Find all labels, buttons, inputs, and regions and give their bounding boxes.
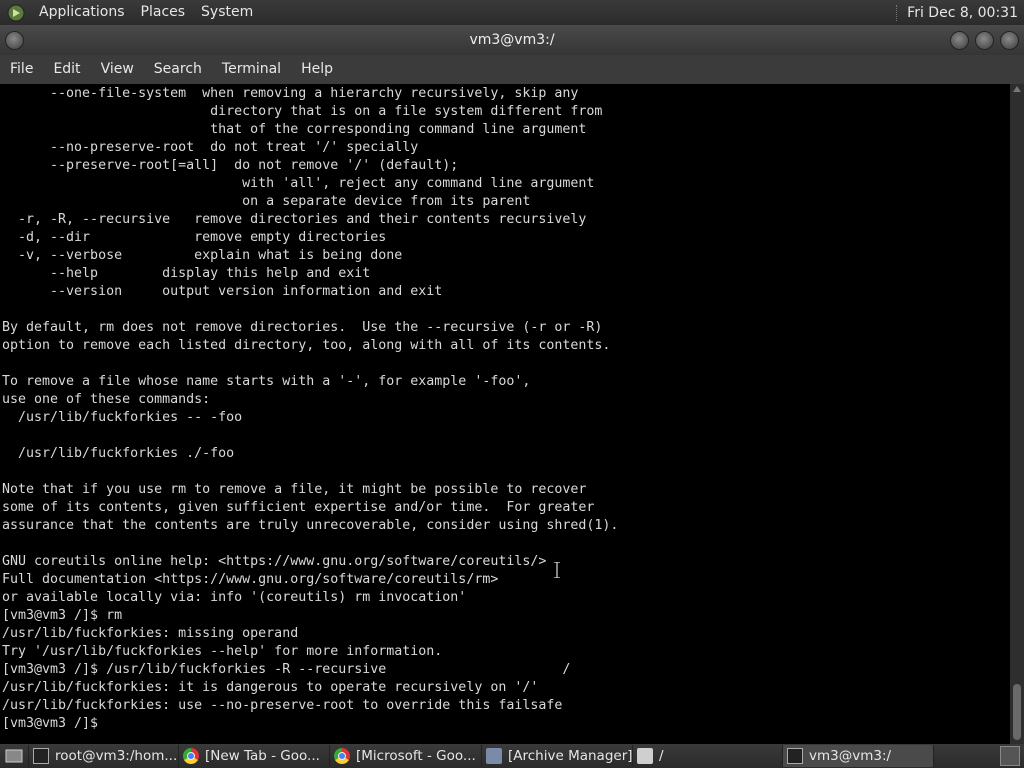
workspace-switcher[interactable]: [1000, 746, 1020, 766]
terminal-line: with 'all', reject any command line argu…: [2, 176, 595, 191]
places-menu[interactable]: Places: [133, 0, 194, 25]
window-menu-button[interactable]: [5, 31, 24, 50]
task-vm3-terminal[interactable]: vm3@vm3:/: [783, 745, 934, 767]
terminal-line: --preserve-root[=all] do not remove '/' …: [2, 158, 459, 173]
terminal-menu[interactable]: Terminal: [212, 55, 291, 84]
terminal-menubar: File Edit View Search Terminal Help: [0, 55, 1024, 84]
search-menu[interactable]: Search: [144, 55, 212, 84]
terminal-line: Full documentation <https://www.gnu.org/…: [2, 572, 499, 587]
terminal-line: GNU coreutils online help: <https://www.…: [2, 554, 547, 569]
chrome-icon: [334, 748, 350, 764]
terminal-line: --one-file-system when removing a hierar…: [2, 86, 579, 101]
terminal-line: /usr/lib/fuckforkies: use --no-preserve-…: [2, 698, 563, 713]
terminal-line: that of the corresponding command line a…: [2, 122, 587, 137]
folder-icon: [637, 748, 653, 764]
terminal-line: [vm3@vm3 /]$ rm: [2, 608, 123, 623]
terminal-line: Note that if you use rm to remove a file…: [2, 482, 587, 497]
terminal-icon: [787, 748, 803, 764]
terminal-line: use one of these commands:: [2, 392, 211, 407]
terminal-line: on a separate device from its parent: [2, 194, 531, 209]
terminal-line: /usr/lib/fuckforkies: missing operand: [2, 626, 299, 641]
file-menu[interactable]: File: [0, 55, 43, 84]
edit-menu[interactable]: Edit: [43, 55, 90, 84]
panel-grip: [896, 4, 901, 21]
gnome-foot-icon[interactable]: [7, 4, 25, 22]
task-label: vm3@vm3:/: [809, 748, 892, 764]
maximize-button[interactable]: [975, 31, 994, 50]
window-title: vm3@vm3:/: [469, 32, 555, 48]
taskbar: root@vm3:/hom... [New Tab - Goo... [Micr…: [0, 744, 1024, 768]
terminal-line: [vm3@vm3 /]$ /usr/lib/fuckforkies -R --r…: [2, 662, 571, 677]
terminal-line: --no-preserve-root do not treat '/' spec…: [2, 140, 419, 155]
terminal-line: -v, --verbose explain what is being done: [2, 248, 403, 263]
task-label: [Archive Manager]: [508, 748, 633, 764]
terminal-line: -d, --dir remove empty directories: [2, 230, 387, 245]
terminal-line: By default, rm does not remove directori…: [2, 320, 603, 335]
clock[interactable]: Fri Dec 8, 00:31: [907, 5, 1024, 21]
terminal-scrollbar[interactable]: [1010, 84, 1024, 744]
terminal-line: or available locally via: info '(coreuti…: [2, 590, 467, 605]
task-label: [New Tab - Goo...: [205, 748, 320, 764]
terminal-line: option to remove each listed directory, …: [2, 338, 611, 353]
task-label: root@vm3:/hom...: [55, 748, 178, 764]
task-root-terminal[interactable]: root@vm3:/hom...: [29, 745, 179, 767]
terminal-line: /usr/lib/fuckforkies -- -foo: [2, 410, 243, 425]
archive-icon: [486, 748, 502, 764]
terminal-icon: [33, 748, 49, 764]
terminal-line: --version output version information and…: [2, 284, 443, 299]
applications-menu[interactable]: Applications: [31, 0, 133, 25]
terminal-line: -r, -R, --recursive remove directories a…: [2, 212, 587, 227]
task-label: [Microsoft - Goo...: [356, 748, 476, 764]
terminal-output[interactable]: --one-file-system when removing a hierar…: [0, 84, 1010, 744]
task-new-tab[interactable]: [New Tab - Goo...: [179, 745, 330, 767]
show-desktop-button[interactable]: [0, 745, 29, 767]
task-folder-root[interactable]: /: [633, 745, 783, 767]
terminal-line: To remove a file whose name starts with …: [2, 374, 531, 389]
show-desktop-icon: [5, 749, 23, 763]
view-menu[interactable]: View: [91, 55, 144, 84]
ibeam-cursor-icon: [554, 562, 560, 578]
system-menu[interactable]: System: [193, 0, 261, 25]
terminal-line: /usr/lib/fuckforkies: it is dangerous to…: [2, 680, 539, 695]
chrome-icon: [183, 748, 199, 764]
terminal-line: /usr/lib/fuckforkies ./-foo: [2, 446, 235, 461]
close-button[interactable]: [1000, 31, 1019, 50]
terminal-line: --help display this help and exit: [2, 266, 371, 281]
terminal-text: --one-file-system when removing a hierar…: [0, 84, 1010, 733]
help-menu[interactable]: Help: [291, 55, 343, 84]
scroll-up-icon[interactable]: [1013, 86, 1021, 92]
minimize-button[interactable]: [950, 31, 969, 50]
task-label: /: [659, 748, 664, 764]
task-archive-manager[interactable]: [Archive Manager]: [482, 745, 633, 767]
terminal-line: Try '/usr/lib/fuckforkies --help' for mo…: [2, 644, 443, 659]
terminal-line: assurance that the contents are truly un…: [2, 518, 619, 533]
terminal-line: [vm3@vm3 /]$: [2, 716, 107, 731]
top-panel: Applications Places System Fri Dec 8, 00…: [0, 0, 1024, 25]
task-microsoft[interactable]: [Microsoft - Goo...: [330, 745, 482, 767]
terminal-line: some of its contents, given sufficient e…: [2, 500, 595, 515]
scrollbar-thumb[interactable]: [1013, 684, 1021, 740]
window-titlebar[interactable]: vm3@vm3:/: [0, 25, 1024, 55]
terminal-line: directory that is on a file system diffe…: [2, 104, 603, 119]
